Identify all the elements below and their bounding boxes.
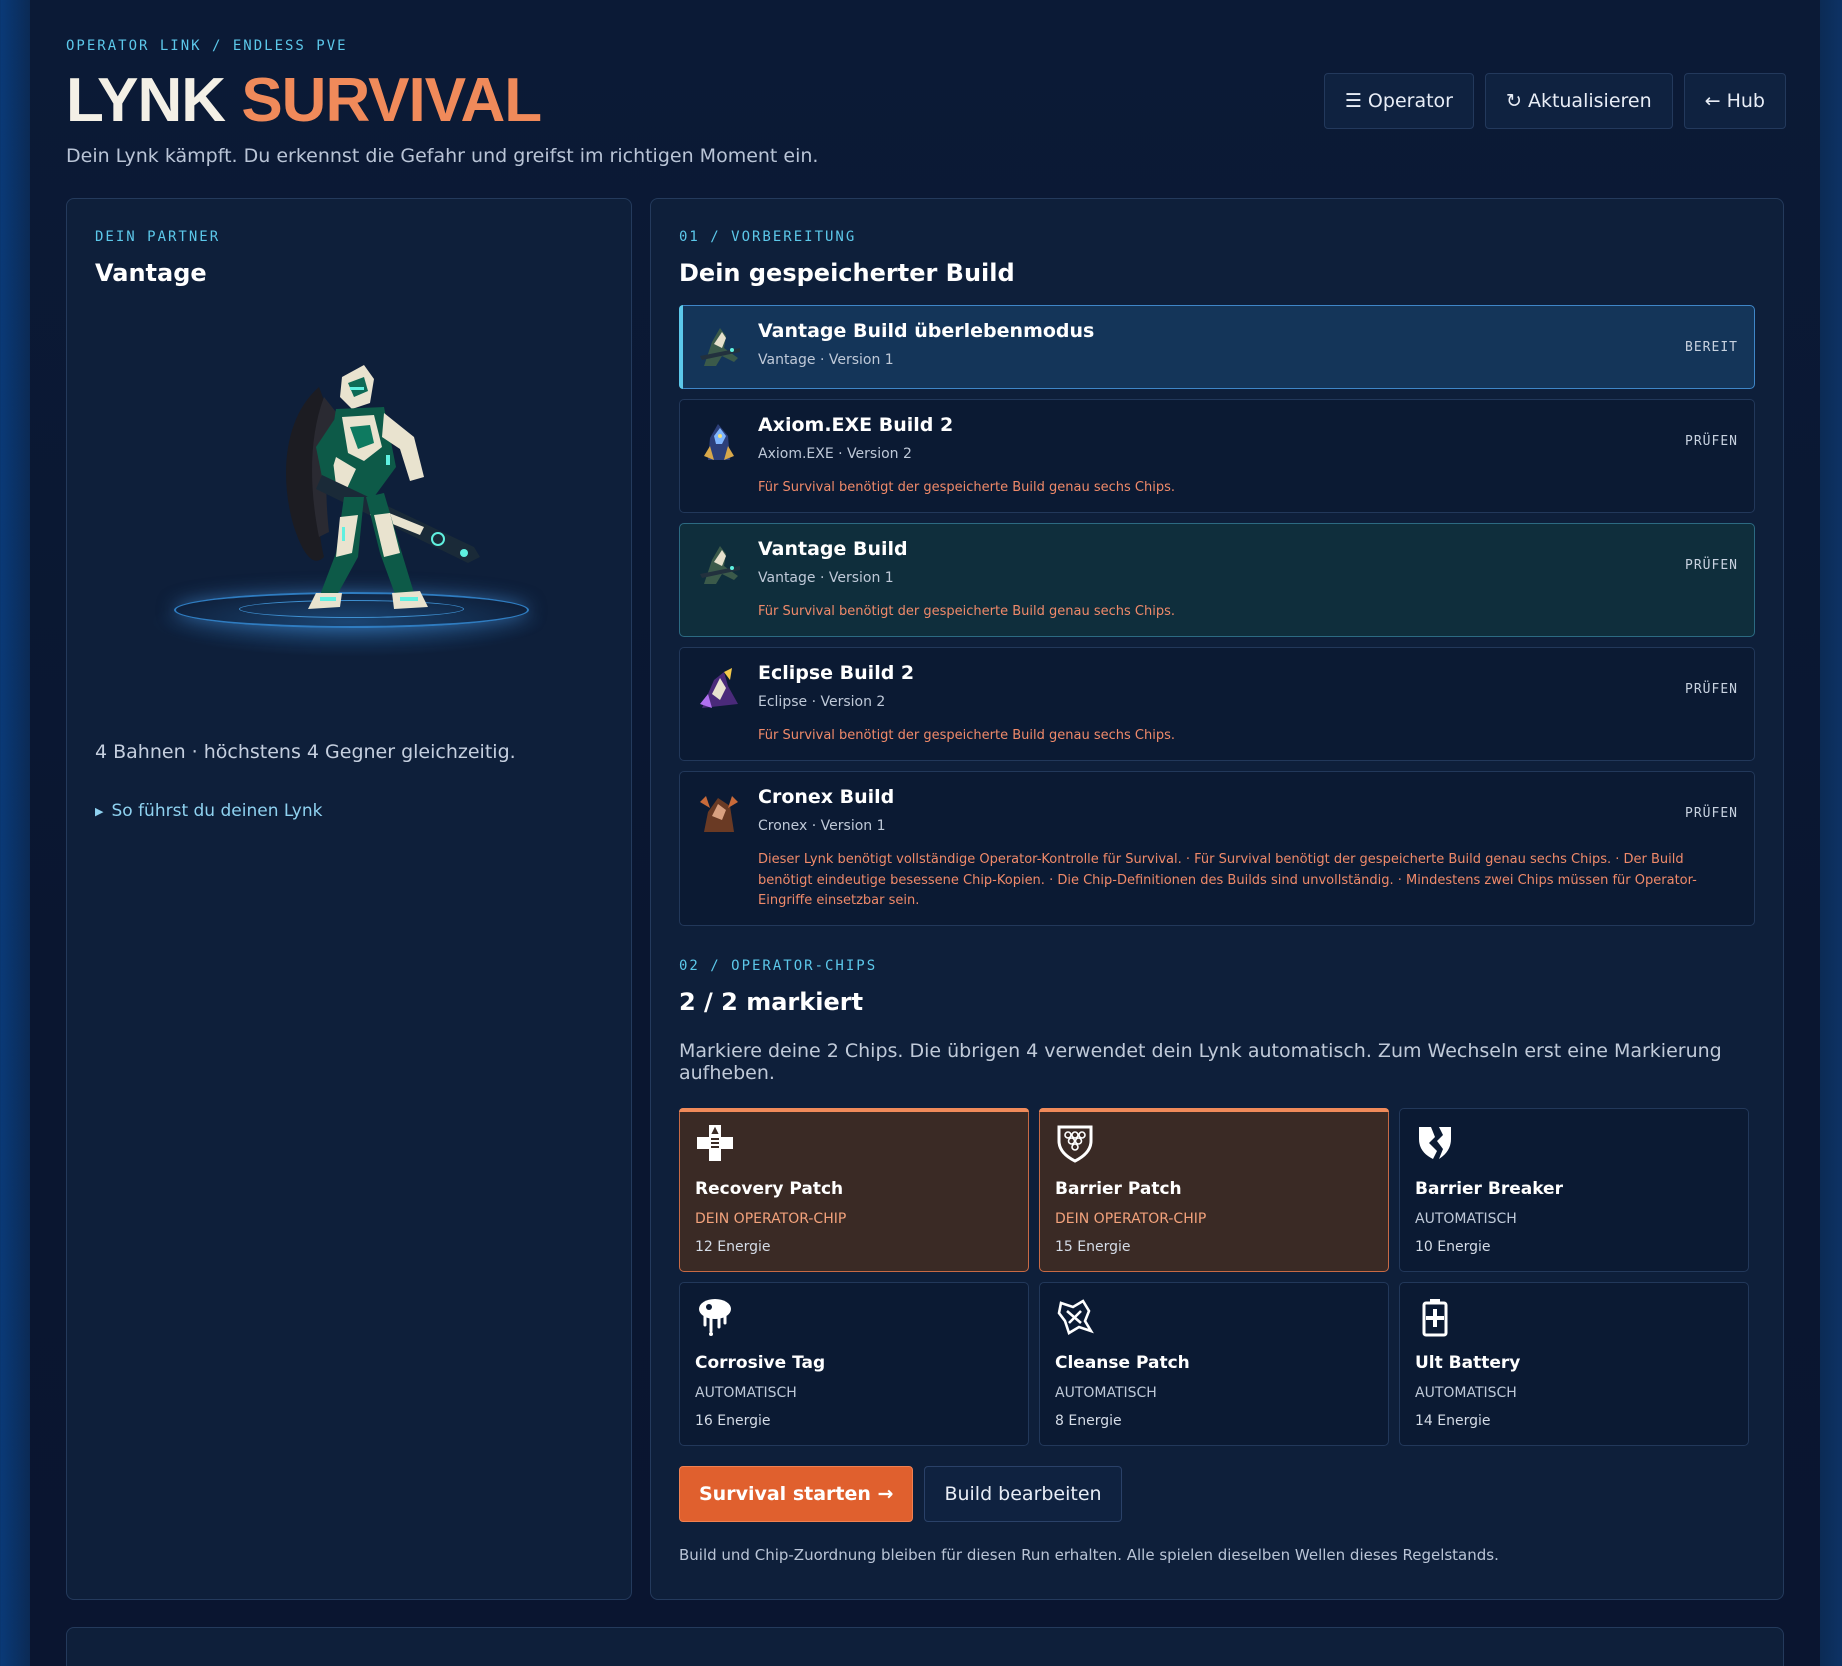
chip-name: Barrier Patch: [1055, 1178, 1182, 1199]
bottom-panel: [66, 1627, 1784, 1666]
cleanse-icon: [1057, 1299, 1094, 1335]
chip-cost: 16 Energie: [695, 1412, 771, 1429]
cronex-avatar-icon: [700, 796, 738, 833]
battery-icon: [1422, 1298, 1448, 1337]
build-name: Cronex Build: [758, 786, 895, 809]
page-subtitle: Dein Lynk kämpft. Du erkennst die Gefahr…: [66, 145, 819, 168]
chip-card[interactable]: Recovery Patch DEIN OPERATOR-CHIP 12 Ene…: [679, 1107, 1029, 1272]
guide-toggle-label: So führst du deinen Lynk: [111, 801, 323, 821]
chip-cost: 12 Energie: [695, 1238, 771, 1255]
axiom-avatar-icon: [704, 424, 734, 460]
shield-icon: [1057, 1125, 1093, 1163]
chip-role: AUTOMATISCH: [1415, 1384, 1517, 1401]
chip-name: Corrosive Tag: [695, 1352, 826, 1373]
refresh-button[interactable]: ↻ Aktualisieren: [1484, 73, 1673, 129]
build-card[interactable]: Eclipse Build 2 Eclipse · Version 2 Für …: [679, 647, 1755, 762]
build-card[interactable]: Cronex Build Cronex · Version 1 Dieser L…: [679, 771, 1755, 926]
header-actions: ☰ Operator ↻ Aktualisieren ← Hub: [1323, 73, 1786, 129]
chip-name: Ult Battery: [1415, 1352, 1521, 1373]
page-title-accent: SURVIVAL: [241, 66, 542, 135]
chip-name: Recovery Patch: [695, 1178, 844, 1199]
vantage-avatar-icon: [700, 328, 740, 366]
builds-kicker: 01 / VORBEREITUNG: [679, 229, 857, 245]
chip-card[interactable]: Barrier Patch DEIN OPERATOR-CHIP 15 Ener…: [1039, 1107, 1389, 1272]
chip-role: DEIN OPERATOR-CHIP: [1055, 1210, 1207, 1227]
edit-build-button[interactable]: Build bearbeiten: [924, 1465, 1122, 1522]
chip-role: DEIN OPERATOR-CHIP: [695, 1210, 847, 1227]
build-card[interactable]: Axiom.EXE Build 2 Axiom.EXE · Version 2 …: [679, 399, 1755, 514]
chip-role: AUTOMATISCH: [1055, 1384, 1157, 1401]
chips-kicker: 02 / OPERATOR-CHIPS: [679, 957, 878, 974]
build-meta: Cronex · Version 1: [758, 818, 886, 835]
chips-description: Markiere deine 2 Chips. Die übrigen 4 ve…: [679, 1039, 1722, 1084]
partner-lanes-info: 4 Bahnen · höchstens 4 Gegner gleichzeit…: [95, 741, 516, 763]
partner-name: Vantage: [95, 259, 207, 287]
chips-title: 2 / 2 markiert: [679, 987, 864, 1016]
page-title-primary: LYNK: [66, 66, 226, 135]
action-bar: Survival starten → Build bearbeiten: [679, 1465, 1755, 1522]
build-name: Vantage Build: [758, 538, 908, 561]
build-meta: Axiom.EXE · Version 2: [758, 446, 912, 462]
hub-button[interactable]: ← Hub: [1683, 73, 1786, 129]
guide-toggle[interactable]: ▶ So führst du deinen Lynk: [95, 801, 603, 821]
build-name: Eclipse Build 2: [758, 662, 915, 685]
chip-role: AUTOMATISCH: [695, 1384, 797, 1401]
build-status-badge: BEREIT: [1685, 340, 1738, 355]
chip-cost: 14 Energie: [1415, 1412, 1491, 1429]
chips-section: 02 / OPERATOR-CHIPS 2 / 2 markiert Marki…: [679, 958, 1755, 1564]
triangle-right-icon: ▶: [95, 804, 104, 818]
header: OPERATOR LINK / ENDLESS PVE LYNK SURVIVA…: [66, 38, 1786, 167]
chip-cost: 15 Energie: [1055, 1238, 1131, 1255]
chip-name: Barrier Breaker: [1415, 1178, 1563, 1199]
medical-cross-icon: [697, 1124, 733, 1161]
vantage-mech-icon: [286, 365, 480, 609]
build-meta: Vantage · Version 1: [758, 570, 894, 587]
chip-grid: Recovery Patch DEIN OPERATOR-CHIP 12 Ene…: [679, 1107, 1755, 1446]
build-status-badge: PRÜFEN: [1685, 806, 1738, 822]
operator-button[interactable]: ☰ Operator: [1323, 73, 1474, 129]
build-meta: Vantage · Version 1: [758, 352, 894, 368]
build-status-badge: PRÜFEN: [1685, 682, 1738, 698]
build-warning: Dieser Lynk benötigt vollständige Operat…: [758, 852, 1697, 908]
build-name: Axiom.EXE Build 2: [758, 414, 954, 436]
chip-cost: 8 Energie: [1055, 1412, 1122, 1429]
broken-shield-icon: [1419, 1126, 1451, 1159]
build-name: Vantage Build überlebenmodus: [758, 320, 1095, 342]
build-card[interactable]: Vantage Build Vantage · Version 1 Für Su…: [679, 523, 1755, 638]
chip-card[interactable]: Corrosive Tag AUTOMATISCH 16 Energie: [679, 1281, 1029, 1446]
preparation-panel: 01 / VORBEREITUNG Dein gespeicherter Bui…: [650, 198, 1784, 1600]
chip-name: Cleanse Patch: [1055, 1352, 1190, 1373]
build-warning: Für Survival benötigt der gespeicherte B…: [758, 728, 1175, 744]
build-card[interactable]: Vantage Build überlebenmodus Vantage · V…: [679, 305, 1755, 389]
chip-cost: 10 Energie: [1415, 1238, 1491, 1255]
chip-card[interactable]: Barrier Breaker AUTOMATISCH 10 Energie: [1399, 1107, 1749, 1272]
chip-card[interactable]: Cleanse Patch AUTOMATISCH 8 Energie: [1039, 1281, 1389, 1446]
page-scrollbar[interactable]: [1820, 0, 1842, 1666]
builds-title: Dein gespeicherter Build: [679, 259, 1015, 287]
breadcrumb: OPERATOR LINK / ENDLESS PVE: [66, 38, 348, 54]
page: OPERATOR LINK / ENDLESS PVE LYNK SURVIVA…: [30, 0, 1820, 1666]
build-status-badge: PRÜFEN: [1685, 558, 1738, 574]
build-list: Vantage Build überlebenmodus Vantage · V…: [679, 305, 1755, 926]
chip-card[interactable]: Ult Battery AUTOMATISCH 14 Energie: [1399, 1281, 1749, 1446]
partner-panel: DEIN PARTNER Vantage 4 Bahnen · höchsten…: [66, 198, 632, 1600]
start-survival-button[interactable]: Survival starten →: [679, 1465, 914, 1522]
build-warning: Für Survival benötigt der gespeicherte B…: [758, 480, 1175, 495]
partner-portrait: [139, 357, 559, 687]
build-status-badge: PRÜFEN: [1685, 434, 1738, 449]
eclipse-avatar-icon: [700, 668, 738, 709]
acid-drip-icon: [699, 1298, 731, 1336]
build-warning: Für Survival benötigt der gespeicherte B…: [758, 604, 1175, 620]
partner-kicker: DEIN PARTNER: [95, 229, 221, 245]
run-footnote: Build und Chip-Zuordnung bleiben für die…: [679, 1545, 1499, 1564]
build-meta: Eclipse · Version 2: [758, 694, 886, 711]
vantage-avatar-icon: [700, 546, 740, 585]
chip-role: AUTOMATISCH: [1415, 1210, 1517, 1227]
